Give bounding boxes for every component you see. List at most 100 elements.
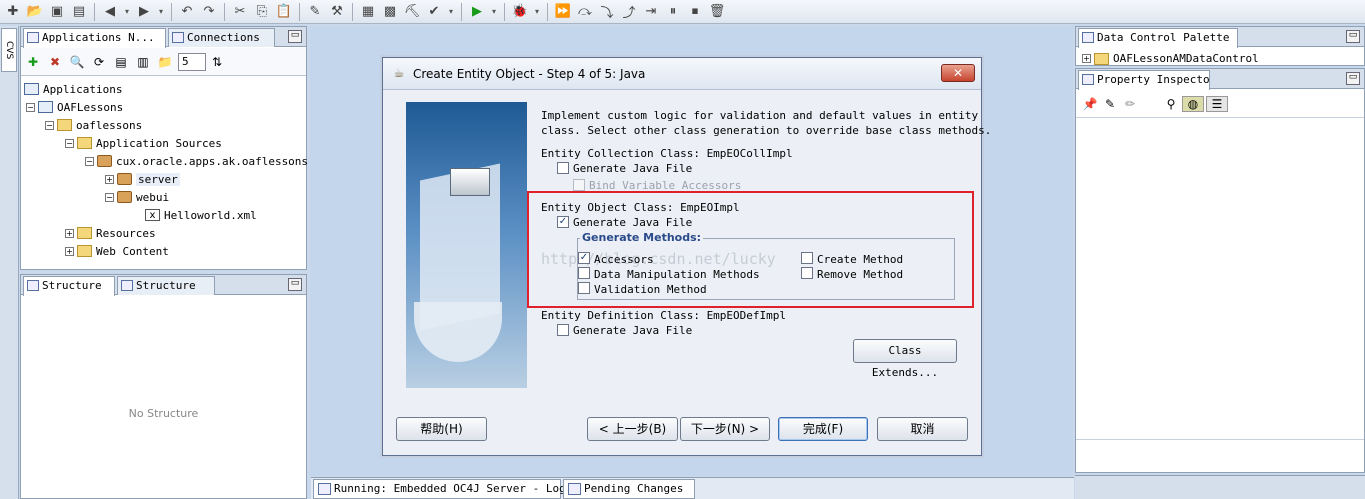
cvs-tab[interactable]: CVS [1, 28, 17, 72]
tree-node-applications[interactable]: Applications [24, 80, 122, 98]
tree-node-oaflessons-app[interactable]: − OAFLessons [26, 98, 123, 116]
deploy-icon[interactable]: ⛏ [403, 3, 421, 21]
pencil-icon[interactable]: ✏ [1120, 97, 1140, 111]
tab-structure-label: Structure [136, 279, 196, 292]
next-button[interactable]: 下一步(N) > [680, 417, 770, 441]
forward-icon[interactable]: ▶ [135, 3, 153, 21]
refresh-icon[interactable]: ⟳ [90, 53, 108, 71]
minimize-button[interactable]: ▭ [1346, 72, 1360, 85]
redo-icon[interactable]: ↷ [200, 3, 218, 21]
accessors-checkbox[interactable]: ✓ [578, 252, 590, 264]
step-out-icon[interactable]: ⤴ [620, 3, 638, 21]
delete-icon[interactable]: 🗑 [708, 3, 726, 21]
audit-icon[interactable]: ✔ [425, 3, 443, 21]
add-icon[interactable]: ✚ [24, 53, 42, 71]
entity-generate-java-checkbox[interactable]: ✓ [557, 216, 569, 228]
categorize-icon[interactable]: ☰ [1206, 96, 1228, 112]
resume-icon[interactable]: ⏩ [554, 3, 572, 21]
level-spinner[interactable]: 5 [178, 52, 206, 71]
intro-line-1: Implement custom logic for validation an… [541, 109, 979, 122]
tree-node-label: OAFLessons [57, 100, 124, 114]
tab-running-log[interactable]: Running: Embedded OC4J Server - Log [313, 479, 566, 499]
tab-pending-changes[interactable]: Pending Changes [563, 479, 695, 499]
back-button[interactable]: < 上一步(B) [587, 417, 678, 441]
clean-icon[interactable]: ▩ [381, 3, 399, 21]
tree-node-web-content[interactable]: + Web Content [65, 242, 169, 260]
close-button[interactable]: ✕ [941, 64, 975, 82]
search-icon[interactable]: 🔍 [68, 53, 86, 71]
collapse-icon[interactable]: − [85, 156, 94, 166]
collection-generate-java-checkbox[interactable] [557, 162, 569, 174]
tree-node-application-sources[interactable]: − Application Sources [65, 134, 222, 152]
class-extends-button[interactable]: Class Extends... [853, 339, 957, 379]
tab-data-control-palette[interactable]: Data Control Palette [1078, 28, 1238, 48]
tab-connections[interactable]: Connections [168, 28, 275, 47]
collapse-icon[interactable]: − [26, 102, 35, 112]
tab-structure-1[interactable]: Structure [23, 276, 115, 296]
minimize-button[interactable]: ▭ [288, 30, 302, 43]
pause-icon[interactable]: ⏸ [664, 3, 682, 21]
collapse-icon[interactable]: − [45, 120, 54, 130]
tab-property-inspector[interactable]: Property Inspector [1078, 70, 1210, 90]
tab-applications-navigator[interactable]: Applications N... [23, 28, 166, 48]
save-icon[interactable]: ▣ [48, 3, 66, 21]
edit-icon[interactable]: ✎ [306, 3, 324, 21]
tree-node-package[interactable]: − cux.oracle.apps.ak.oaflessons [85, 152, 308, 170]
expand-icon[interactable]: + [65, 246, 74, 256]
step-into-icon[interactable]: ⤵ [598, 3, 616, 21]
expand-icon[interactable]: + [105, 174, 114, 184]
new-icon[interactable]: ✚ [4, 3, 22, 21]
help-button[interactable]: 帮助(H) [396, 417, 487, 441]
color-icon[interactable]: ◍ [1182, 96, 1204, 112]
create-method-checkbox[interactable] [801, 252, 813, 264]
collapse-icon[interactable]: − [65, 138, 74, 148]
audit-dropdown-icon[interactable]: ▾ [447, 3, 455, 21]
minimize-button[interactable]: ▭ [1346, 30, 1360, 43]
back-dropdown-icon[interactable]: ▾ [123, 3, 131, 21]
validation-method-checkbox[interactable] [578, 282, 590, 294]
pin-icon[interactable]: 📌 [1080, 97, 1100, 111]
bind-variable-accessors-checkbox[interactable] [573, 179, 585, 191]
save-all-icon[interactable]: ▤ [70, 3, 88, 21]
cut-icon[interactable]: ✂ [231, 3, 249, 21]
minimize-button[interactable]: ▭ [288, 278, 302, 291]
step-to-end-icon[interactable]: ⇥ [642, 3, 660, 21]
debug-dropdown-icon[interactable]: ▾ [533, 3, 541, 21]
undo-icon[interactable]: ↶ [178, 3, 196, 21]
edit-properties-icon[interactable]: ✎ [1100, 97, 1120, 111]
collapse-icon[interactable]: − [105, 192, 114, 202]
paste-icon[interactable]: 📋 [275, 3, 293, 21]
tree-node-oaflessons-project[interactable]: − oaflessons [45, 116, 142, 134]
tree-node-resources[interactable]: + Resources [65, 224, 156, 242]
remove-method-checkbox[interactable] [801, 267, 813, 279]
open-icon[interactable]: 📂 [26, 3, 44, 21]
sort-icon[interactable]: ⇅ [208, 53, 226, 71]
tree-node-label: Resources [96, 226, 156, 240]
data-control-item[interactable]: + OAFLessonAMDataControl [1082, 52, 1259, 65]
finish-button[interactable]: 完成(F) [778, 417, 868, 441]
step-over-icon[interactable]: ⤼ [576, 3, 594, 21]
tree-node-helloworld-xml[interactable]: x Helloworld.xml [145, 206, 257, 224]
find-icon[interactable]: ⚲ [1160, 97, 1182, 111]
run-icon[interactable]: ▶ [468, 3, 486, 21]
tree-node-server[interactable]: + server [105, 170, 180, 188]
chart-icon[interactable]: ▥ [134, 53, 152, 71]
debug-icon[interactable]: 🐞 [511, 3, 529, 21]
forward-dropdown-icon[interactable]: ▾ [157, 3, 165, 21]
expand-icon[interactable]: + [65, 228, 74, 238]
dml-methods-checkbox[interactable] [578, 267, 590, 279]
cancel-button[interactable]: 取消 [877, 417, 968, 441]
remove-icon[interactable]: ✖ [46, 53, 64, 71]
back-icon[interactable]: ◀ [101, 3, 119, 21]
tree-node-webui[interactable]: − webui [105, 188, 169, 206]
definition-generate-java-checkbox[interactable] [557, 324, 569, 336]
copy-icon[interactable]: ⎘ [253, 3, 271, 21]
run-dropdown-icon[interactable]: ▾ [490, 3, 498, 21]
rebuild-icon[interactable]: ▦ [359, 3, 377, 21]
properties-icon[interactable]: ▤ [112, 53, 130, 71]
stop-icon[interactable]: ⏹ [686, 3, 704, 21]
make-icon[interactable]: ⚒ [328, 3, 346, 21]
tab-structure-2[interactable]: Structure [117, 276, 215, 295]
folder-icon[interactable]: 📁 [156, 53, 174, 71]
expand-icon[interactable]: + [1082, 54, 1091, 63]
